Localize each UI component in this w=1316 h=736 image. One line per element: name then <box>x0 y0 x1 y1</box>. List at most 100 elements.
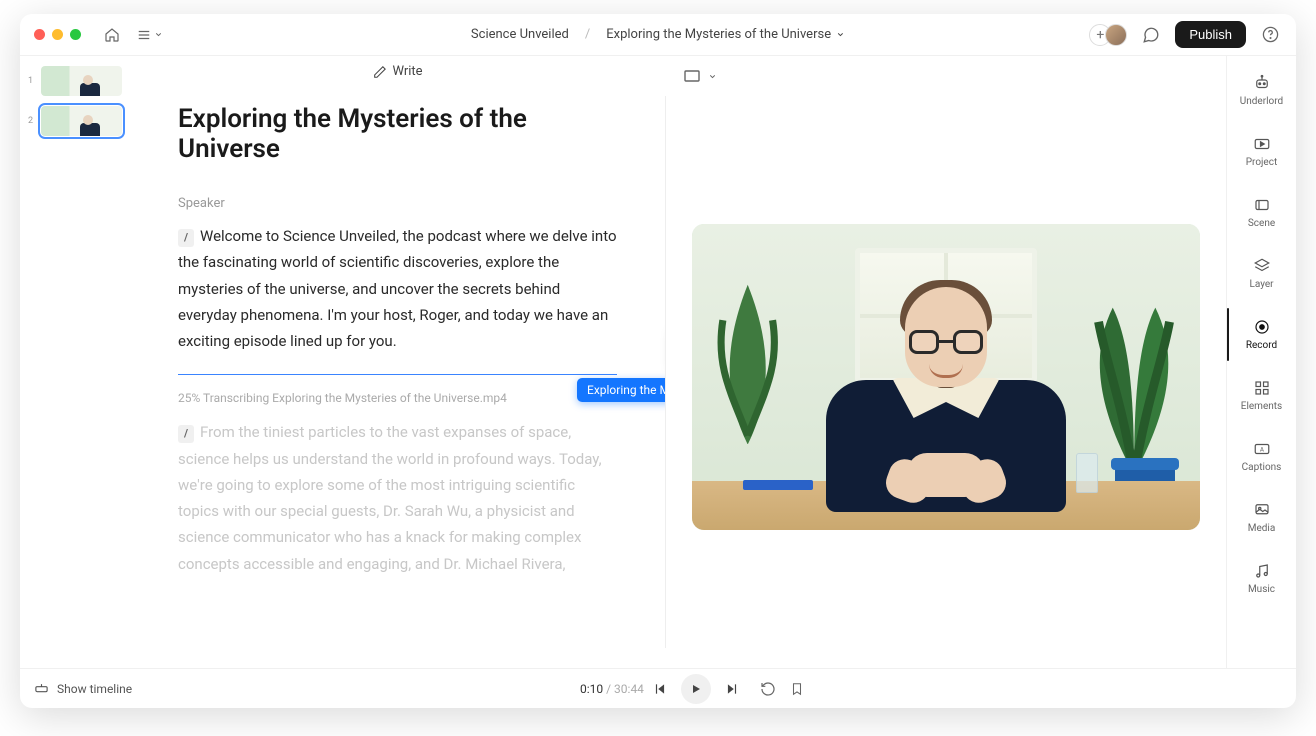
sidebar-item-scene[interactable]: Scene <box>1227 192 1296 233</box>
home-icon <box>104 27 120 43</box>
sidebar-label: Media <box>1248 523 1276 534</box>
document-title[interactable]: Exploring the Mysteries of the Universe <box>178 104 617 164</box>
loop-button[interactable] <box>760 681 776 697</box>
sidebar-item-layer[interactable]: Layer <box>1227 253 1296 294</box>
close-window[interactable] <box>34 29 45 40</box>
sidebar-item-project[interactable]: Project <box>1227 131 1296 172</box>
transcribe-status: 25% Transcribing Exploring the Mysteries… <box>178 391 617 405</box>
sidebar-item-media[interactable]: Media <box>1227 497 1296 538</box>
scene-thumbnail-image <box>41 66 122 96</box>
sidebar-label: Captions <box>1242 462 1282 473</box>
sidebar-item-elements[interactable]: Elements <box>1227 375 1296 416</box>
playback-extra <box>760 681 804 697</box>
sidebar-label: Elements <box>1241 401 1282 412</box>
scene-thumbnail-1[interactable]: 1 <box>28 66 122 96</box>
breadcrumb-current[interactable]: Exploring the Mysteries of the Universe <box>606 27 845 42</box>
current-time: 0:10 <box>580 682 603 696</box>
layers-icon <box>1253 257 1271 275</box>
skip-forward-button[interactable] <box>717 674 747 704</box>
play-icon <box>690 683 702 695</box>
insertion-marker <box>178 374 617 375</box>
scene-thumbnail-image <box>41 106 122 136</box>
show-timeline-button[interactable]: Show timeline <box>34 681 132 696</box>
sidebar-label: Layer <box>1249 279 1273 290</box>
scene-number: 1 <box>28 76 36 86</box>
scene-icon <box>1253 196 1271 214</box>
breadcrumb-separator: / <box>585 27 590 42</box>
timecode: 0:10 / 30:44 <box>580 682 644 696</box>
sidebar-item-music[interactable]: Music <box>1227 558 1296 599</box>
sidebar-item-underlord[interactable]: Underlord <box>1227 70 1296 111</box>
topbar-right: + Publish <box>1089 21 1282 48</box>
transcript-paragraph-1[interactable]: /Welcome to Science Unveiled, the podcas… <box>178 223 617 354</box>
playback-controls <box>645 674 747 704</box>
transcript-text: Welcome to Science Unveiled, the podcast… <box>178 227 617 350</box>
scene-number: 2 <box>28 116 36 126</box>
maximize-window[interactable] <box>70 29 81 40</box>
bottom-bar: Show timeline 0:10 / 30:44 <box>20 668 1296 708</box>
breadcrumb-project[interactable]: Science Unveiled <box>471 27 569 42</box>
svg-text:A: A <box>1260 446 1264 453</box>
mac-traffic-lights <box>34 29 81 40</box>
transcript-paragraph-2[interactable]: /From the tiniest particles to the vast … <box>178 419 617 577</box>
skip-back-icon <box>653 682 667 696</box>
center-panels: Write Exploring the Mysteries of the Uni… <box>130 56 1226 668</box>
speaker-label: Speaker <box>178 196 617 211</box>
topbar: Science Unveiled / Exploring the Mysteri… <box>20 14 1296 56</box>
captions-icon: A <box>1253 440 1271 458</box>
minimize-window[interactable] <box>52 29 63 40</box>
media-icon <box>1253 501 1271 519</box>
elements-icon <box>1253 379 1271 397</box>
timeline-icon <box>34 681 49 696</box>
pen-icon <box>372 65 386 79</box>
app-window: Science Unveiled / Exploring the Mysteri… <box>20 14 1296 708</box>
collaborators: + <box>1089 24 1127 46</box>
video-icon <box>1253 135 1271 153</box>
sidebar-label: Underlord <box>1240 96 1283 107</box>
breadcrumb: Science Unveiled / Exploring the Mysteri… <box>471 27 845 42</box>
hamburger-icon <box>137 28 151 42</box>
sidebar-item-record[interactable]: Record <box>1227 314 1296 355</box>
music-icon <box>1253 562 1271 580</box>
write-tab-label: Write <box>392 64 422 79</box>
duration: 30:44 <box>614 682 644 696</box>
editor-mode-write[interactable]: Write <box>372 64 422 79</box>
sidebar-label: Project <box>1246 157 1278 168</box>
comments-button[interactable] <box>1139 23 1163 47</box>
slash-marker[interactable]: / <box>178 425 194 443</box>
scene-thumbnails: 1 2 <box>20 56 130 668</box>
chevron-down-icon <box>154 30 163 39</box>
scene-thumbnail-2[interactable]: 2 <box>28 106 122 136</box>
user-avatar[interactable] <box>1105 24 1127 46</box>
preview-body <box>682 86 1210 668</box>
preview-panel <box>666 56 1226 668</box>
help-icon <box>1262 26 1279 43</box>
publish-button[interactable]: Publish <box>1175 21 1246 48</box>
sidebar-label: Music <box>1248 584 1275 595</box>
video-preview[interactable] <box>692 224 1200 530</box>
script-editor[interactable]: Write Exploring the Mysteries of the Uni… <box>130 56 665 668</box>
sidebar-label: Record <box>1246 340 1277 351</box>
home-button[interactable] <box>99 22 125 48</box>
transcript-text: From the tiniest particles to the vast e… <box>178 423 602 572</box>
skip-back-button[interactable] <box>645 674 675 704</box>
bookmark-button[interactable] <box>790 681 804 697</box>
sidebar-item-captions[interactable]: A Captions <box>1227 436 1296 477</box>
drag-clip-tooltip: Exploring the Mysteries of the Universe.… <box>577 378 665 402</box>
slash-marker[interactable]: / <box>178 229 194 247</box>
robot-icon <box>1253 74 1271 92</box>
main-area: 1 2 Write Exploring the Mysteries of the… <box>20 56 1296 668</box>
play-button[interactable] <box>681 674 711 704</box>
chat-icon <box>1142 26 1160 44</box>
bookmark-icon <box>790 681 804 697</box>
record-icon <box>1253 318 1271 336</box>
loop-icon <box>760 681 776 697</box>
show-timeline-label: Show timeline <box>57 682 132 696</box>
breadcrumb-current-label: Exploring the Mysteries of the Universe <box>606 27 831 42</box>
preview-layout-selector[interactable] <box>682 66 1210 86</box>
sidebar-label: Scene <box>1248 218 1275 229</box>
right-sidebar: Underlord Project Scene Layer Record Ele… <box>1226 56 1296 668</box>
main-menu-button[interactable] <box>131 24 169 46</box>
help-button[interactable] <box>1258 23 1282 47</box>
chevron-down-icon <box>836 30 845 39</box>
